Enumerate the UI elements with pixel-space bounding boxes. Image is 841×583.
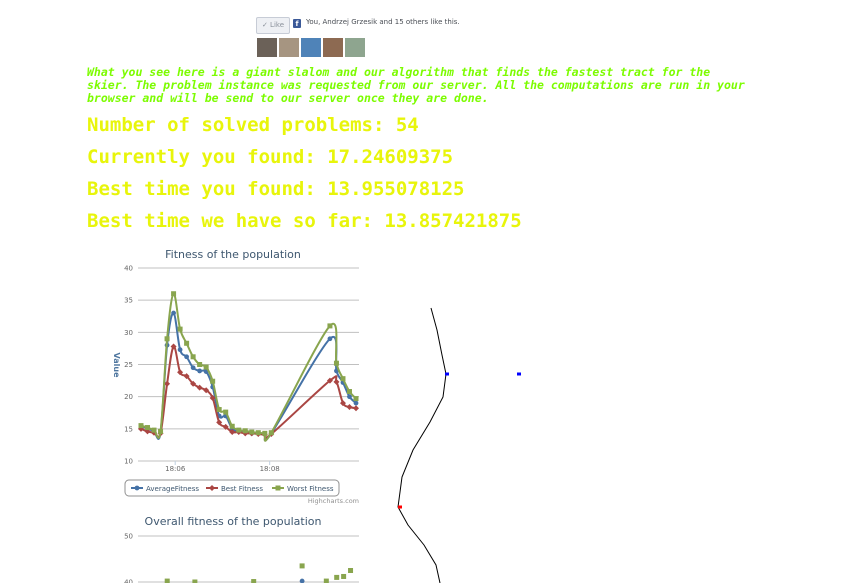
data-point [236, 427, 242, 433]
data-point [184, 340, 190, 346]
data-point [341, 573, 347, 579]
current-found: Currently you found: 17.24609375 [87, 146, 454, 168]
x-tick-label: 18:06 [165, 465, 186, 473]
friend-avatar[interactable] [323, 38, 343, 57]
y-tick-label: 25 [124, 361, 133, 369]
like-button[interactable]: ✓ Like [256, 17, 290, 34]
y-tick-label: 30 [124, 329, 133, 337]
data-point [299, 563, 305, 569]
data-point [210, 378, 216, 384]
legend-marker [275, 485, 281, 491]
data-point [177, 347, 183, 353]
data-point [190, 365, 196, 371]
data-point [223, 409, 229, 415]
y-axis-title: Value [112, 352, 121, 378]
chart-title: Fitness of the population [165, 248, 301, 261]
facebook-like-widget: ✓ Like f You, Andrzej Grzesik and 15 oth… [256, 16, 460, 60]
chart-credits: Highcharts.com [308, 497, 359, 505]
slalom-gate [517, 372, 521, 376]
data-point [171, 310, 176, 316]
overall-fitness-chart: Overall fitness of the population 40 50 [124, 515, 359, 583]
data-point [216, 407, 222, 413]
data-point [203, 364, 209, 370]
friend-avatars [257, 38, 365, 57]
data-point [353, 405, 359, 412]
data-point [138, 423, 144, 429]
legend-label: AverageFitness [146, 485, 199, 493]
data-point [192, 579, 198, 583]
friend-avatar[interactable] [257, 38, 277, 57]
best-time-overall: Best time we have so far: 13.857421875 [87, 210, 522, 232]
slalom-track [397, 307, 521, 583]
y-tick-label: 35 [124, 297, 133, 305]
friend-avatar[interactable] [345, 38, 365, 57]
data-point [353, 396, 359, 402]
data-point [190, 354, 196, 360]
data-point [151, 427, 157, 433]
best-time-you: Best time you found: 13.955078125 [87, 178, 465, 200]
y-tick-label: 40 [124, 579, 133, 583]
likes-text[interactable]: You, Andrzej Grzesik and 15 others like … [306, 18, 460, 26]
data-point [323, 578, 329, 583]
data-point [145, 425, 151, 431]
data-point [340, 376, 346, 382]
intro-text: What you see here is a giant slalom and … [87, 65, 745, 105]
friend-avatar[interactable] [301, 38, 321, 57]
data-point [255, 430, 261, 436]
data-point [334, 574, 340, 580]
series-line [140, 292, 357, 442]
y-tick-label: 20 [124, 393, 133, 401]
data-point [229, 423, 235, 429]
legend-label: Worst Fitness [287, 485, 334, 493]
y-tick-label: 10 [124, 458, 133, 466]
data-point [327, 323, 333, 329]
fitness-chart: Fitness of the population Value 10 15 20 25 30… [112, 248, 359, 505]
data-point [197, 368, 203, 374]
solved-problems: Number of solved problems: 54 [87, 114, 419, 136]
data-point [184, 354, 190, 360]
data-point [262, 430, 268, 436]
data-point [268, 430, 274, 436]
legend-marker [134, 485, 140, 491]
slalom-gate [445, 372, 449, 376]
data-point [327, 336, 333, 342]
data-point [164, 578, 170, 583]
data-point [249, 429, 255, 435]
data-point [177, 326, 183, 332]
data-point [348, 568, 354, 573]
data-point [251, 579, 257, 583]
legend-marker [209, 485, 215, 491]
data-point [171, 291, 177, 297]
data-point [158, 428, 164, 434]
data-point [333, 360, 339, 366]
facebook-icon: f [293, 19, 301, 28]
chart-title: Overall fitness of the population [145, 515, 322, 528]
series-line [140, 345, 357, 440]
data-point [346, 403, 353, 410]
y-tick-label: 15 [124, 425, 133, 433]
data-point [333, 378, 340, 385]
data-point [197, 362, 203, 367]
y-tick-label: 50 [124, 533, 133, 541]
x-tick-label: 18:08 [260, 465, 280, 473]
data-point [242, 428, 248, 434]
data-point [164, 336, 170, 342]
data-point [299, 578, 305, 583]
legend-label: Best Fitness [221, 485, 263, 493]
data-point [353, 400, 359, 406]
slalom-gate [398, 505, 402, 509]
skier-path [397, 307, 447, 583]
y-tick-label: 40 [124, 265, 133, 273]
data-point [346, 389, 352, 395]
friend-avatar[interactable] [279, 38, 299, 57]
